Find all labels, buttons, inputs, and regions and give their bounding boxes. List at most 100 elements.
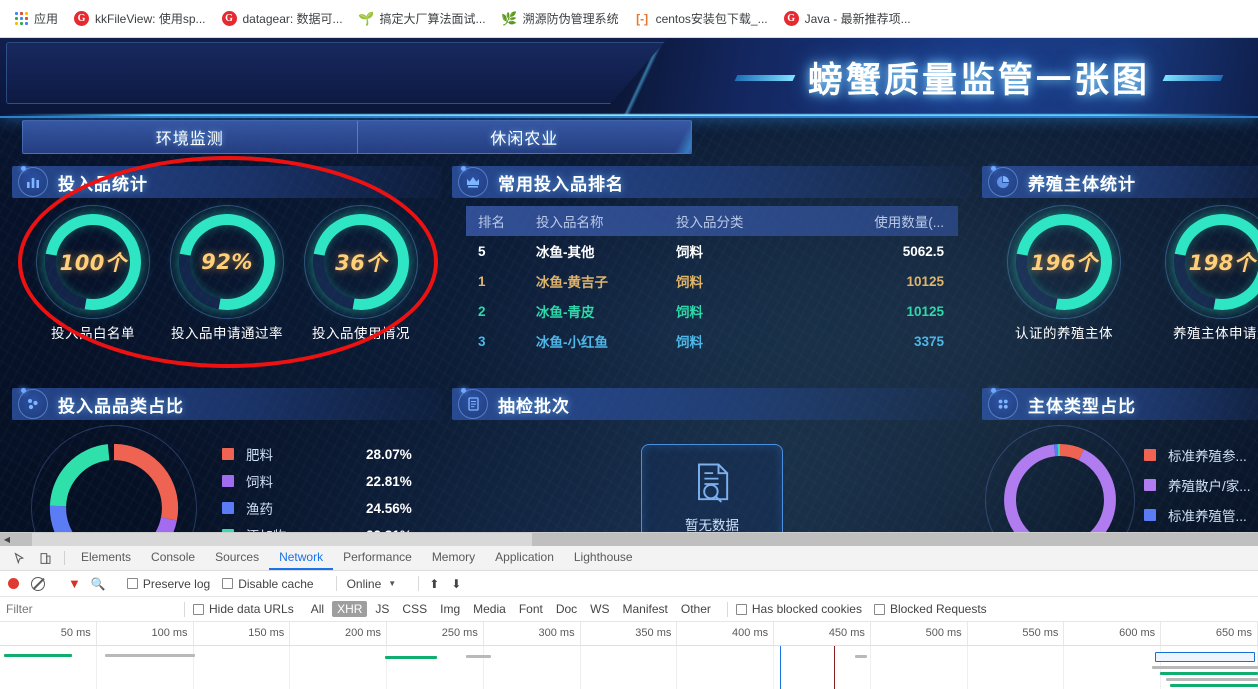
legend-label: 渔药 [246, 502, 273, 517]
cell-category: 饲料 [676, 305, 703, 320]
timeline-tick: 500 ms [871, 622, 968, 645]
slice-fertilizer [49, 443, 179, 532]
legend-item[interactable]: 饲料 22.81% [222, 468, 442, 495]
slice-household [1004, 444, 1116, 532]
type-filter-css[interactable]: CSS [397, 601, 432, 617]
legend-label: 肥料 [246, 448, 273, 463]
bookmark-label: centos安装包下载_... [655, 12, 768, 26]
ring-gauge: 100个 [26, 195, 160, 329]
timeline-tick: 550 ms [968, 622, 1065, 645]
type-filter-media[interactable]: Media [468, 601, 511, 617]
table-row[interactable]: 1 冰鱼-黄吉子 饲料 10125 [466, 266, 958, 296]
devtools-panel: ◀ Elements Console Sources Network Perfo… [0, 532, 1258, 689]
request-bar [1166, 678, 1258, 681]
gauge-label: 投入品使用情况 [312, 326, 410, 341]
bookmark-datagear[interactable]: G datagear: 数据可... [215, 6, 350, 31]
hide-data-urls-label: Hide data URLs [209, 602, 294, 616]
has-blocked-cookies-checkbox[interactable]: Has blocked cookies [735, 602, 862, 616]
type-filter-ws[interactable]: WS [585, 601, 614, 617]
legend-item[interactable]: 渔药 24.56% [222, 495, 442, 522]
cell-quantity: 10125 [906, 303, 944, 319]
page-horizontal-scrollbar[interactable]: ◀ [0, 533, 1258, 546]
dashboard-viewport: 螃蟹质量监管一张图 环境监测 休闲农业 投入品统计 100个 投入品白名单 92… [0, 38, 1258, 532]
tab-console[interactable]: Console [141, 546, 205, 570]
export-har-icon[interactable]: ⬇ [451, 577, 461, 591]
request-bar [855, 655, 867, 658]
legend-item[interactable]: 肥料 28.07% [222, 441, 442, 468]
bookmark-label: datagear: 数据可... [242, 12, 343, 26]
gauge-value: 198个 [1188, 251, 1256, 275]
tab-elements[interactable]: Elements [71, 546, 141, 570]
hide-data-urls-checkbox[interactable]: Hide data URLs [193, 602, 294, 616]
column-header-rank: 排名 [478, 215, 505, 230]
bookmark-label: Java - 最新推荐项... [804, 12, 911, 26]
tab-performance[interactable]: Performance [333, 546, 422, 570]
bookmark-centos[interactable]: [-] centos安装包下载_... [628, 6, 775, 31]
scroll-left-arrow-icon[interactable]: ◀ [0, 535, 14, 544]
slice-additive [49, 443, 179, 532]
gauge-label: 养殖主体申请量 [1173, 326, 1258, 341]
disable-cache-checkbox[interactable]: Disable cache [222, 576, 314, 591]
type-filter-doc[interactable]: Doc [551, 601, 582, 617]
cell-category: 饲料 [676, 335, 703, 350]
bookmark-kkfileview[interactable]: G kkFileView: 使用sp... [67, 6, 212, 31]
bookmark-algorithm[interactable]: 🌱 搞定大厂算法面试... [352, 6, 493, 31]
bookmark-apps[interactable]: 应用 [8, 6, 65, 31]
bookmark-traceability[interactable]: 🌿 溯源防伪管理系统 [495, 6, 626, 31]
tab-leisure-agriculture[interactable]: 休闲农业 [356, 121, 692, 153]
gauge-label: 认证的养殖主体 [1015, 326, 1113, 341]
import-har-icon[interactable]: ⬆ [429, 577, 439, 591]
tab-network[interactable]: Network [269, 546, 334, 570]
preserve-log-checkbox[interactable]: Preserve log [126, 577, 210, 591]
panel-header: 主体类型占比 [982, 388, 1258, 420]
request-bar [385, 656, 437, 659]
inspect-element-icon[interactable] [6, 546, 32, 570]
type-filter-xhr[interactable]: XHR [332, 601, 368, 617]
type-filter-manifest[interactable]: Manifest [618, 601, 673, 617]
blocked-requests-checkbox[interactable]: Blocked Requests [873, 602, 987, 616]
filter-input[interactable] [6, 600, 176, 618]
timeline-tick: 200 ms [290, 622, 388, 645]
tab-sources[interactable]: Sources [205, 546, 269, 570]
tab-application[interactable]: Application [485, 546, 564, 570]
scrollbar-thumb[interactable] [32, 533, 532, 546]
no-data-document-icon [698, 463, 729, 503]
ring-gauge: 92% [160, 195, 294, 329]
tab-memory[interactable]: Memory [422, 546, 485, 570]
legend-item[interactable]: 标准养殖管... [1144, 500, 1258, 530]
table-row[interactable]: 3 冰鱼-小红鱼 饲料 3375 [466, 326, 958, 356]
bookmark-java[interactable]: G Java - 最新推荐项... [777, 6, 918, 31]
legend-item[interactable]: 添加物 22.81% [222, 522, 442, 532]
network-timeline-overview[interactable] [0, 646, 1258, 689]
tab-environment-monitoring[interactable]: 环境监测 [23, 121, 357, 153]
type-filter-font[interactable]: Font [514, 601, 548, 617]
legend-item[interactable]: 养殖散户/家... [1144, 470, 1258, 500]
table-row[interactable]: 2 冰鱼-青皮 饲料 10125 [466, 296, 958, 326]
panel-title: 抽检批次 [498, 396, 570, 416]
apps-grid-icon [15, 12, 28, 25]
type-filter-js[interactable]: JS [370, 601, 394, 617]
document-list-icon [458, 388, 488, 419]
clear-button-icon[interactable] [31, 576, 45, 591]
search-icon[interactable]: 🔍 [91, 577, 106, 591]
device-toolbar-icon[interactable] [32, 546, 58, 570]
legend-swatch [1144, 449, 1156, 461]
throttling-select[interactable]: Online ▼ [347, 577, 397, 591]
record-button-icon[interactable] [8, 578, 19, 589]
panel-header: 投入品统计 [12, 166, 442, 198]
legend-item[interactable]: 标准养殖参... [1144, 440, 1258, 470]
table-header-row: 排名 投入品名称 投入品分类 使用数量(... [466, 206, 958, 236]
panel-input-ranking: 常用投入品排名 排名 投入品名称 投入品分类 使用数量(... 5 冰鱼-其他 … [452, 166, 972, 388]
disable-cache-label: Disable cache [238, 576, 314, 591]
request-bar [466, 655, 491, 658]
table-row[interactable]: 5 冰鱼-其他 饲料 5062.5 [466, 236, 958, 266]
filter-icon[interactable]: ▼ [68, 576, 81, 591]
checkbox-box [193, 603, 204, 615]
dashboard-header: 螃蟹质量监管一张图 [0, 38, 1258, 118]
type-filter-other[interactable]: Other [676, 601, 716, 617]
tab-lighthouse[interactable]: Lighthouse [564, 546, 643, 570]
legend-value: 22.81% [366, 473, 412, 489]
type-filter-img[interactable]: Img [435, 601, 465, 617]
type-filter-all[interactable]: All [306, 601, 329, 617]
donut-chart-area: 肥料 28.07% 饲料 22.81% 渔药 24.56% [12, 420, 442, 532]
